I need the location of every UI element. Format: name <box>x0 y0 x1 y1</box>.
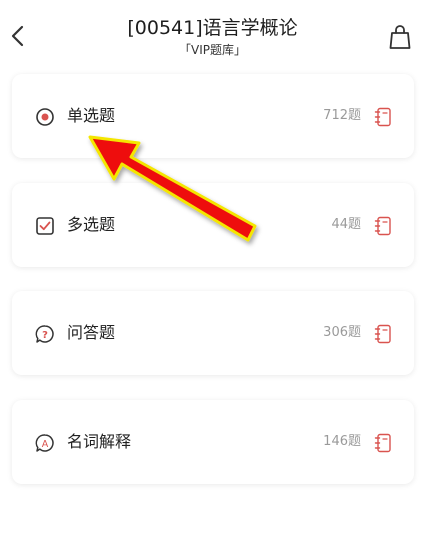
checkbox-icon <box>35 216 55 236</box>
chevron-left-icon <box>11 25 24 47</box>
notebook-icon[interactable] <box>374 324 392 344</box>
question-bubble-icon: ? <box>35 324 55 344</box>
bag-button[interactable] <box>389 24 411 50</box>
title-block: [00541]语言学概论 「VIP题库」 <box>60 14 365 58</box>
question-count: 44题 <box>331 217 361 232</box>
notebook-icon[interactable] <box>374 216 392 236</box>
category-card-multiple-choice[interactable]: 多选题 44题 <box>12 183 414 267</box>
svg-text:?: ? <box>42 330 48 341</box>
question-bank-page: [00541]语言学概论 「VIP题库」 单选题 712题 多选题 44题 ? … <box>0 0 425 542</box>
radio-icon <box>35 107 55 127</box>
shopping-bag-icon <box>389 25 411 49</box>
category-label: 问答题 <box>67 323 116 342</box>
question-count: 306题 <box>323 325 361 340</box>
category-label: 名词解释 <box>67 432 132 451</box>
svg-text:A: A <box>42 439 49 450</box>
question-count: 146题 <box>323 434 361 449</box>
notebook-icon[interactable] <box>374 433 392 453</box>
category-card-single-choice[interactable]: 单选题 712题 <box>12 74 414 158</box>
page-subtitle: 「VIP题库」 <box>179 43 246 57</box>
category-card-term-explanation[interactable]: A 名词解释 146题 <box>12 400 414 484</box>
notebook-icon[interactable] <box>374 107 392 127</box>
category-label: 单选题 <box>67 106 116 125</box>
header: [00541]语言学概论 「VIP题库」 <box>0 0 425 64</box>
category-card-short-answer[interactable]: ? 问答题 306题 <box>12 291 414 375</box>
page-title: [00541]语言学概论 <box>127 17 298 39</box>
letter-a-bubble-icon: A <box>35 433 55 453</box>
category-label: 多选题 <box>67 215 116 234</box>
back-button[interactable] <box>8 22 28 50</box>
question-count: 712题 <box>323 108 361 123</box>
